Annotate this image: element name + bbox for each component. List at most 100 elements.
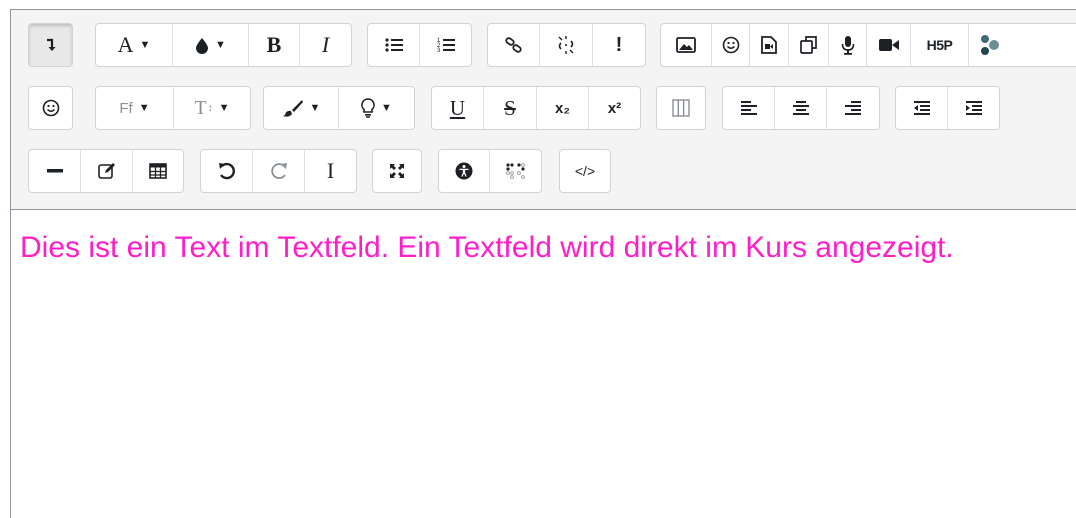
undo-button[interactable] [201, 150, 253, 192]
font-size-arrows-icon: ↕ [207, 102, 213, 114]
outdent-button[interactable] [896, 87, 948, 129]
fullscreen-icon [389, 163, 405, 179]
toolbar-group-emoji [28, 86, 73, 130]
toolbar-group-insert [28, 149, 184, 193]
bold-button[interactable]: B [249, 24, 300, 66]
align-right-button[interactable] [827, 87, 879, 129]
strikethrough-button[interactable]: S [484, 87, 537, 129]
subscript-icon: x₂ [554, 99, 570, 117]
toolbar-group-colors: ▼ ▼ [263, 86, 415, 130]
toolbar-group-text-format: U S x₂ x² [431, 86, 641, 130]
image-button[interactable] [661, 24, 712, 66]
undo-icon [218, 162, 236, 180]
font-family-icon: Ff [119, 99, 133, 117]
media-button[interactable] [750, 24, 789, 66]
record-video-icon [878, 38, 900, 52]
emoji-picker-icon [42, 99, 60, 117]
toolbar-group-html: </> [559, 149, 611, 193]
chevron-down-icon: ▼ [139, 39, 151, 51]
background-color-icon [195, 36, 209, 54]
record-audio-button[interactable] [829, 24, 867, 66]
collapse-button[interactable] [29, 24, 72, 66]
toolbar-group-links: ! [487, 23, 646, 67]
unlink-button[interactable] [540, 24, 593, 66]
horizontal-rule-button[interactable] [29, 150, 81, 192]
font-color-button[interactable]: A ▼ [96, 24, 173, 66]
html-button[interactable]: </> [560, 150, 610, 192]
background-color-button[interactable]: ▼ [173, 24, 249, 66]
h5p-button[interactable]: H5P [911, 24, 969, 66]
image-icon [676, 37, 696, 53]
font-family-button[interactable]: Ff ▼ [96, 87, 174, 129]
horizontal-rule-icon [46, 168, 63, 174]
important-icon: ! [615, 33, 623, 56]
html-icon: </> [574, 163, 596, 179]
redo-icon [270, 162, 288, 180]
italic-icon: I [321, 32, 330, 57]
ordered-list-icon: 123 [437, 36, 455, 54]
toolbar-group-lists: 123 [367, 23, 472, 67]
wiris-button[interactable] [969, 24, 1009, 66]
record-audio-icon [841, 35, 855, 55]
screenreader-helper-button[interactable] [490, 150, 541, 192]
emoji-picker-button[interactable] [29, 87, 72, 129]
emoji-button[interactable] [712, 24, 750, 66]
font-size-button[interactable]: T ↕ ▼ [174, 87, 250, 129]
align-center-button[interactable] [775, 87, 827, 129]
editor-text: Dies ist ein Text im Textfeld. Ein Textf… [20, 231, 954, 264]
toolbar-group-history: I [200, 149, 357, 193]
fullscreen-button[interactable] [373, 150, 421, 192]
brush-icon [282, 99, 304, 117]
italic-button[interactable]: I [300, 24, 351, 66]
toolbar-group-collapse [28, 23, 73, 67]
editor-toolbar: A ▼ ▼ B I 123 ! H5P Ff ▼ T ↕ ▼ ▼ ▼ U S x… [11, 10, 1076, 210]
underline-button[interactable]: U [432, 87, 484, 129]
editor-content-area[interactable]: Dies ist ein Text im Textfeld. Ein Textf… [20, 220, 1070, 275]
hint-icon [361, 98, 375, 118]
font-color-icon: A [117, 32, 134, 57]
align-center-icon [792, 100, 810, 116]
media-icon [761, 36, 777, 54]
screenreader-helper-icon [505, 163, 526, 179]
unordered-list-button[interactable] [368, 24, 420, 66]
chevron-down-icon: ▼ [215, 39, 226, 51]
toolbar-group-media: H5P [660, 23, 1076, 67]
clear-formatting-icon: I [326, 158, 335, 183]
outdent-icon [913, 100, 931, 116]
emoji-icon [722, 36, 740, 54]
text-editor: A ▼ ▼ B I 123 ! H5P Ff ▼ T ↕ ▼ ▼ ▼ U S x… [10, 9, 1076, 518]
superscript-button[interactable]: x² [589, 87, 640, 129]
subscript-button[interactable]: x₂ [537, 87, 589, 129]
important-button[interactable]: ! [593, 24, 645, 66]
columns-button[interactable] [657, 87, 705, 129]
toolbar-group-indent [895, 86, 1000, 130]
chevron-down-icon: ▼ [138, 102, 150, 114]
superscript-icon: x² [607, 99, 622, 117]
edit-icon [97, 162, 116, 180]
redo-button[interactable] [253, 150, 305, 192]
table-button[interactable] [133, 150, 183, 192]
chevron-down-icon: ▼ [381, 102, 392, 114]
edit-button[interactable] [81, 150, 133, 192]
manage-files-button[interactable] [789, 24, 829, 66]
underline-icon: U [449, 95, 466, 120]
link-icon [504, 36, 523, 54]
brush-button[interactable]: ▼ [264, 87, 339, 129]
hint-button[interactable]: ▼ [339, 87, 414, 129]
accessibility-checker-button[interactable] [439, 150, 490, 192]
align-left-button[interactable] [723, 87, 775, 129]
unordered-list-icon [384, 37, 403, 53]
svg-text:3: 3 [437, 48, 441, 54]
link-button[interactable] [488, 24, 540, 66]
ordered-list-button[interactable]: 123 [420, 24, 471, 66]
font-size-icon: T [194, 96, 207, 119]
indent-button[interactable] [948, 87, 999, 129]
collapse-icon [44, 37, 58, 53]
indent-icon [965, 100, 983, 116]
accessibility-checker-icon [455, 162, 473, 180]
record-video-button[interactable] [867, 24, 911, 66]
bold-icon: B [266, 32, 282, 57]
clear-formatting-button[interactable]: I [305, 150, 356, 192]
toolbar-group-fullscreen [372, 149, 422, 193]
manage-files-icon [799, 36, 818, 54]
